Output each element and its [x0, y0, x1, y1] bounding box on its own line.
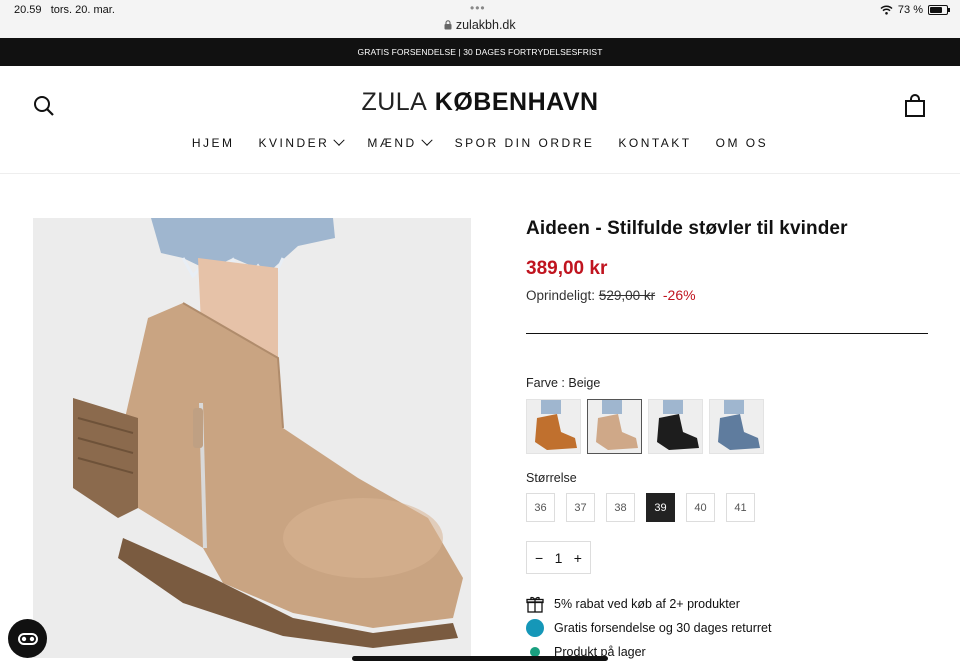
chevron-down-icon	[333, 134, 346, 146]
color-swatches	[526, 399, 928, 454]
site-logo[interactable]: ZULA KØBENHAVN	[0, 88, 960, 117]
size-39[interactable]: 39	[646, 493, 675, 522]
url-text: zulakbh.dk	[455, 18, 516, 32]
size-38[interactable]: 38	[606, 493, 635, 522]
status-bar: 20.59 tors. 20. mar. ••• zulakbh.dk 73 %	[0, 0, 960, 38]
shipping-icon	[526, 619, 544, 637]
nav-spor-din-ordre[interactable]: SPOR DIN ORDRE	[455, 136, 595, 150]
discount-badge: -26%	[662, 287, 696, 303]
home-indicator[interactable]	[352, 656, 608, 661]
nav-kvinder[interactable]: KVINDER	[259, 134, 346, 150]
swatch-black[interactable]	[648, 399, 703, 454]
nav-hjem[interactable]: HJEM	[192, 136, 235, 150]
size-36[interactable]: 36	[526, 493, 555, 522]
cart-icon[interactable]	[904, 94, 926, 118]
site-header: ZULA KØBENHAVN HJEM KVINDER MÆND SPOR DI…	[0, 66, 960, 174]
wifi-icon	[880, 5, 893, 15]
original-label: Oprindeligt:	[526, 288, 596, 303]
swatch-cognac[interactable]	[526, 399, 581, 454]
gift-icon	[526, 595, 544, 613]
nav-om-os[interactable]: OM OS	[716, 136, 769, 150]
quantity-stepper: − 1 +	[526, 541, 591, 574]
chevron-down-icon	[421, 134, 433, 146]
qty-value[interactable]: 1	[555, 550, 563, 566]
qty-decrease-button[interactable]: −	[535, 550, 543, 566]
perk-item: Gratis forsendelse og 30 dages returret	[526, 616, 928, 640]
size-41[interactable]: 41	[726, 493, 755, 522]
original-price: 529,00 kr	[598, 288, 656, 303]
lock-icon	[444, 20, 452, 30]
main-nav: HJEM KVINDER MÆND SPOR DIN ORDRE KONTAKT…	[0, 134, 960, 150]
announcement-bar: GRATIS FORSENDELSE | 30 DAGES FORTRYDELS…	[0, 38, 960, 66]
swatch-beige[interactable]	[587, 399, 642, 454]
status-right: 73 %	[880, 4, 950, 16]
product-image[interactable]	[33, 218, 471, 658]
chat-button[interactable]	[8, 619, 47, 658]
size-label: Størrelse	[526, 471, 577, 485]
size-options: 36 37 38 39 40 41	[526, 493, 928, 522]
size-40[interactable]: 40	[686, 493, 715, 522]
nav-kontakt[interactable]: KONTAKT	[618, 136, 691, 150]
more-dots-icon[interactable]: •••	[470, 1, 486, 15]
swatch-denim-blue[interactable]	[709, 399, 764, 454]
original-price-row: Oprindeligt: 529,00 kr -26%	[526, 287, 928, 303]
address-bar[interactable]: zulakbh.dk	[0, 18, 960, 32]
size-37[interactable]: 37	[566, 493, 595, 522]
chat-icon	[17, 632, 38, 645]
divider	[526, 333, 928, 334]
nav-maend[interactable]: MÆND	[367, 134, 433, 150]
qty-increase-button[interactable]: +	[574, 550, 582, 566]
perk-item: 5% rabat ved køb af 2+ produkter	[526, 592, 928, 616]
color-label: Farve : Beige	[526, 376, 601, 390]
product-title: Aideen - Stilfulde støvler til kvinder	[526, 218, 848, 239]
battery-icon	[928, 5, 950, 15]
status-time: 20.59 tors. 20. mar.	[14, 4, 115, 16]
sale-price: 389,00 kr	[526, 258, 608, 279]
product-info: Aideen - Stilfulde støvler til kvinder 3…	[526, 218, 928, 664]
perks-list: 5% rabat ved køb af 2+ produkter Gratis …	[526, 592, 928, 664]
battery-percent: 73 %	[897, 4, 923, 16]
